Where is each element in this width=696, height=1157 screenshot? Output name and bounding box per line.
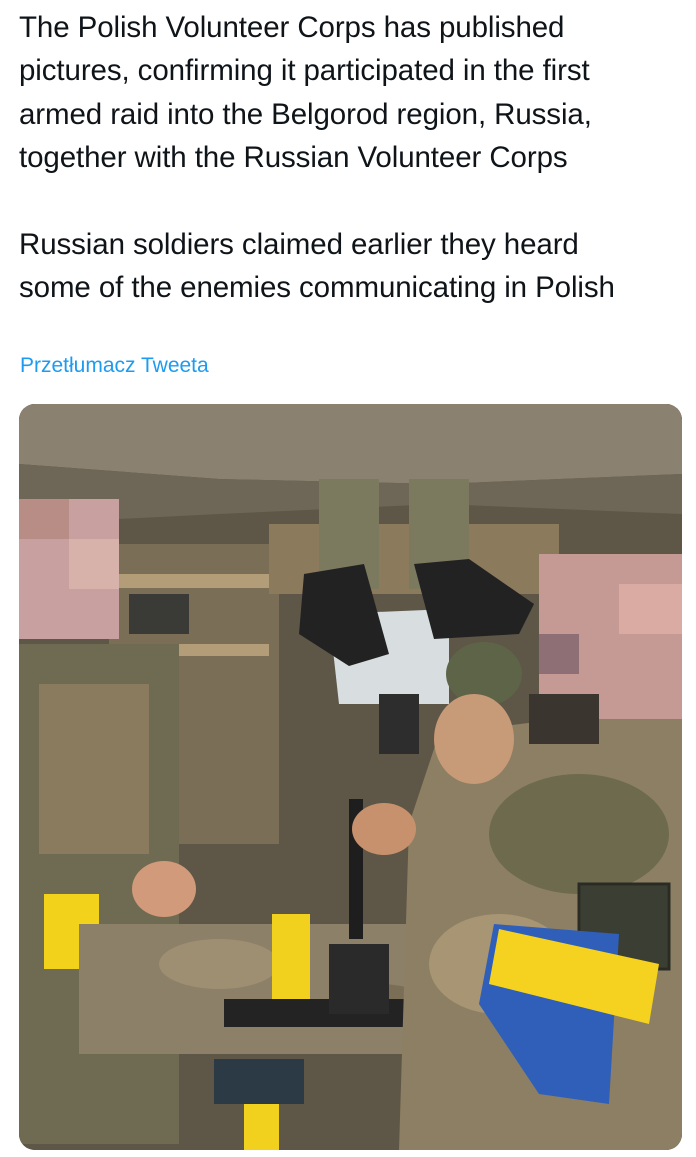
plate-carrier	[39, 684, 149, 854]
tweet-line: some of the enemies communicating in Pol…	[19, 271, 615, 305]
blur-pixel	[619, 584, 682, 634]
tweet-line: The Polish Volunteer Corps has published	[19, 11, 565, 44]
camouflage-pattern	[489, 774, 669, 894]
blur-pixel	[19, 499, 69, 539]
hand	[132, 861, 196, 917]
tweet-line: pictures, confirming it participated in …	[19, 54, 590, 88]
camouflage-pattern	[159, 939, 279, 989]
radio-equipment	[129, 594, 189, 634]
blur-pixel	[539, 634, 579, 674]
dashboard-device	[379, 694, 419, 754]
blur-pixel	[69, 539, 119, 589]
magazine	[214, 1059, 304, 1104]
rifle-receiver	[329, 944, 389, 1014]
rack-shelf	[119, 574, 269, 588]
tweet-line: Russian soldiers claimed earlier they he…	[19, 227, 579, 261]
raised-arm	[434, 694, 514, 784]
yellow-armband	[272, 914, 310, 1009]
hand	[352, 803, 416, 855]
tweet-line: together with the Russian Volunteer Corp…	[19, 141, 568, 175]
yellow-armband	[244, 1104, 279, 1150]
beard	[529, 694, 599, 744]
translate-tweet-link[interactable]: Przetłumacz Tweeta	[20, 354, 209, 378]
tweet-line: armed raid into the Belgorod region, Rus…	[19, 97, 592, 131]
tweet-text: The Polish Volunteer Corps has published…	[19, 6, 684, 309]
photo-illustration	[19, 404, 682, 1150]
tweet-photo[interactable]	[19, 404, 682, 1150]
